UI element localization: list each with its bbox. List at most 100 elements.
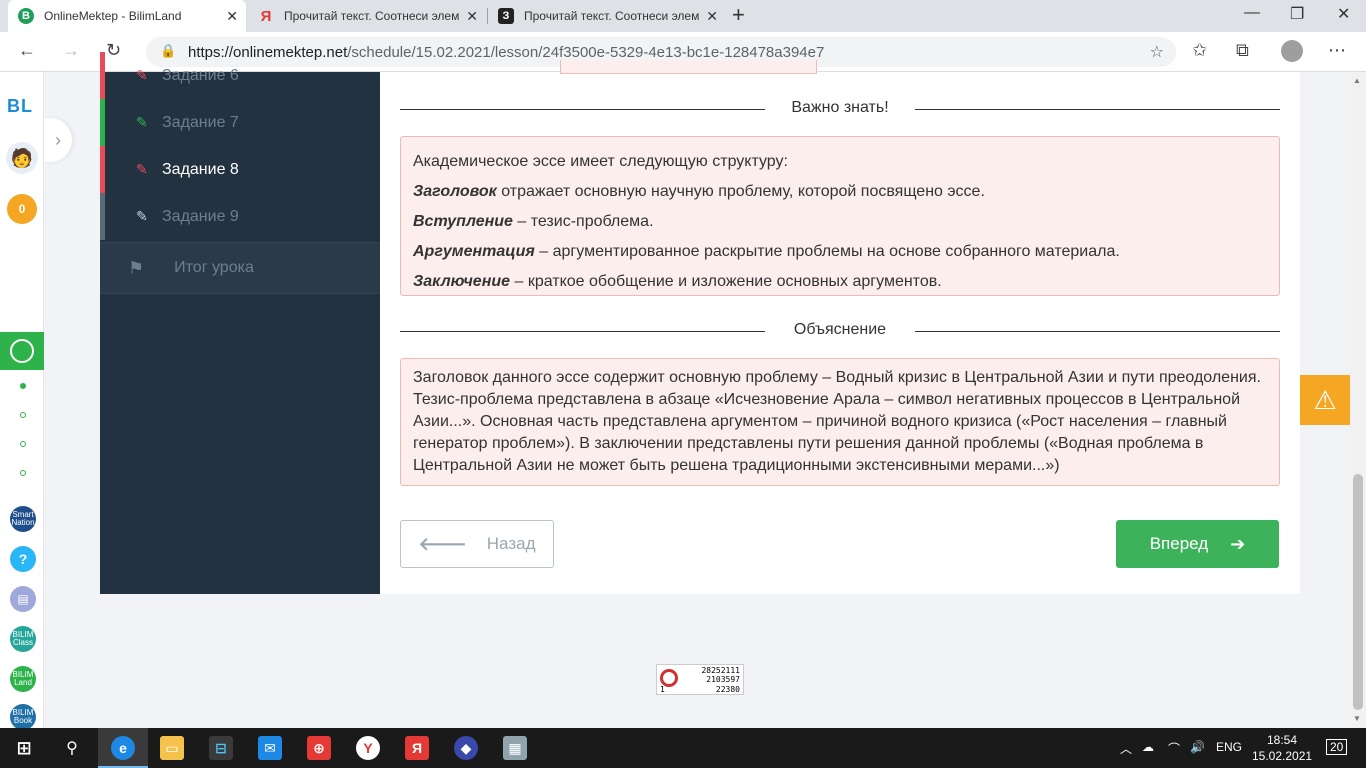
term: Аргументация	[413, 243, 535, 260]
task-item-7[interactable]: ✎ Задание 7	[100, 99, 380, 146]
store-icon[interactable]: ⊟	[209, 736, 233, 760]
close-window-icon[interactable]: ✕	[1337, 4, 1350, 24]
scroll-down-icon[interactable]: ▼	[1353, 714, 1361, 723]
favorites-icon[interactable]: ✩	[1192, 40, 1207, 61]
yandex-icon[interactable]: Я	[405, 736, 429, 760]
explanation-box: Заголовок данного эссе содержит основную…	[400, 358, 1280, 486]
task-status-mark	[100, 99, 105, 146]
collections-icon[interactable]: ⧉	[1236, 40, 1249, 61]
counter-line: 2103597	[706, 675, 740, 684]
profile-avatar[interactable]	[1281, 40, 1303, 62]
arrow-right-icon: ➔	[1230, 533, 1246, 554]
bilim-land-app-icon[interactable]: BILIM Land	[10, 666, 36, 692]
search-icon[interactable]: ⚲	[60, 736, 84, 760]
task-status-mark	[100, 52, 105, 99]
important-item: Заголовок отражает основную научную проб…	[413, 177, 1267, 207]
minimize-icon[interactable]: —	[1244, 4, 1260, 22]
close-tab-icon[interactable]: ✕	[466, 8, 478, 25]
counter-line: 22380	[715, 685, 740, 694]
task-label: Задание 8	[162, 160, 239, 178]
rail-dot[interactable]	[20, 412, 26, 418]
volume-icon[interactable]: 🔊	[1190, 740, 1205, 754]
expand-rail-chevron-icon[interactable]: ›	[44, 118, 72, 162]
textbook-app-icon[interactable]: ▤	[10, 586, 36, 612]
back-arrow-icon[interactable]: ←	[18, 40, 36, 61]
important-box: Академическое эссе имеет следующую струк…	[400, 136, 1280, 296]
system-clock[interactable]: 18:54 15.02.2021	[1252, 732, 1312, 764]
more-menu-icon[interactable]: ⋯	[1328, 40, 1346, 61]
lesson-summary-item[interactable]: ⚑ Итог урока	[100, 242, 380, 294]
system-app-icon[interactable]: ▦	[503, 736, 527, 760]
znanija-favicon-icon: З	[498, 8, 514, 24]
divider	[915, 331, 1280, 332]
term-text: – аргументированное раскрытие проблемы н…	[534, 243, 1120, 260]
term-text: отражает основную научную проблему, кото…	[496, 183, 985, 200]
report-problem-warning-icon[interactable]: ⚠	[1300, 375, 1350, 425]
term-text: – краткое обобщение и изложение основных…	[510, 273, 942, 290]
scroll-up-icon[interactable]: ▲	[1353, 76, 1361, 85]
task-label: Задание 7	[162, 113, 239, 131]
help-app-icon[interactable]: ?	[10, 546, 36, 572]
add-favorite-icon[interactable]: ☆	[1150, 42, 1164, 62]
windows-start-icon[interactable]: ⊞	[12, 736, 36, 760]
rail-dot[interactable]	[20, 441, 26, 447]
bilim-book-app-icon[interactable]: BILIM Book	[10, 704, 36, 730]
new-tab-icon[interactable]: +	[732, 4, 745, 26]
rail-dot-active[interactable]	[20, 383, 26, 389]
task-item-9[interactable]: ✎ Задание 9	[100, 193, 380, 240]
browser-tab-yandex[interactable]: Я Прочитай текст. Соотнеси элем ✕	[248, 0, 486, 32]
term: Заголовок	[413, 183, 497, 200]
coins-badge[interactable]: 0	[7, 194, 37, 224]
explanation-text: Заголовок данного эссе содержит основную…	[413, 369, 1261, 474]
forward-arrow-icon[interactable]: →	[62, 40, 80, 61]
back-button[interactable]: 🡐 Назад	[400, 520, 554, 568]
important-item: Вступление – тезис-проблема.	[413, 207, 1267, 237]
summary-label: Итог урока	[174, 259, 254, 276]
rail-dot[interactable]	[20, 470, 26, 476]
important-heading: Важно знать!	[791, 99, 889, 116]
tray-expand-icon[interactable]: ︿	[1120, 740, 1132, 757]
restore-icon[interactable]: ❐	[1290, 4, 1304, 24]
tab-title: Прочитай текст. Соотнеси элем	[524, 9, 700, 23]
arrow-left-icon: 🡐	[418, 533, 467, 554]
divider	[400, 109, 765, 110]
edge-browser-icon[interactable]: e	[111, 736, 135, 760]
close-tab-icon[interactable]: ✕	[706, 8, 718, 25]
online-mektep-app-icon[interactable]	[0, 332, 44, 370]
important-item: Заключение – краткое обобщение и изложен…	[413, 267, 1267, 297]
close-tab-icon[interactable]: ✕	[226, 8, 238, 25]
app-icon[interactable]: ◆	[454, 736, 478, 760]
onedrive-cloud-icon[interactable]: ☁	[1142, 740, 1154, 754]
important-section-heading: Важно знать!	[400, 99, 1280, 119]
network-icon[interactable]: ⌒	[1168, 740, 1180, 757]
notification-center-icon[interactable]: 20	[1326, 739, 1348, 755]
smart-nation-app-icon[interactable]: Smart Nation	[10, 506, 36, 532]
yandex-browser-icon[interactable]: Y	[356, 736, 380, 760]
language-indicator[interactable]: ENG	[1216, 740, 1242, 754]
previous-answer-box-edge	[560, 60, 817, 74]
browser-tab-znanija[interactable]: З Прочитай текст. Соотнеси элем ✕	[488, 0, 726, 32]
edit-icon: ✎	[136, 208, 148, 224]
important-item: Аргументация – аргументированное раскрыт…	[413, 237, 1267, 267]
mail-icon[interactable]: ✉	[258, 736, 282, 760]
term-text: – тезис-проблема.	[512, 213, 654, 230]
lesson-content: Важно знать! Академическое эссе имеет сл…	[400, 60, 1280, 594]
task-item-6[interactable]: ✎ Задание 6	[100, 52, 380, 99]
task-status-mark	[100, 193, 105, 240]
next-button[interactable]: Вперед ➔	[1116, 520, 1279, 568]
user-avatar[interactable]: 🧑	[6, 142, 38, 174]
browser-tab-onlinemektep[interactable]: B OnlineMektep - BilimLand ✕	[8, 0, 246, 32]
gift-app-icon[interactable]: ⊕	[307, 736, 331, 760]
page-scrollbar[interactable]: ▲ ▼	[1350, 72, 1366, 728]
scrollbar-thumb[interactable]	[1353, 474, 1363, 710]
counter-line: 28252111	[701, 666, 740, 675]
file-explorer-icon[interactable]: ▭	[160, 736, 184, 760]
visit-counter-widget[interactable]: 28252111 2103597 22380 1	[656, 664, 744, 695]
divider	[915, 109, 1280, 110]
tab-title: Прочитай текст. Соотнеси элем	[284, 9, 460, 23]
task-item-8[interactable]: ✎ Задание 8	[100, 146, 380, 193]
bilimland-logo[interactable]: BL	[7, 96, 33, 117]
edit-icon: ✎	[136, 67, 148, 83]
lesson-sidebar: ✎ Задание 6 ✎ Задание 7 ✎ Задание 8 ✎ За…	[100, 52, 380, 594]
bilim-class-app-icon[interactable]: BILIM Class	[10, 626, 36, 652]
